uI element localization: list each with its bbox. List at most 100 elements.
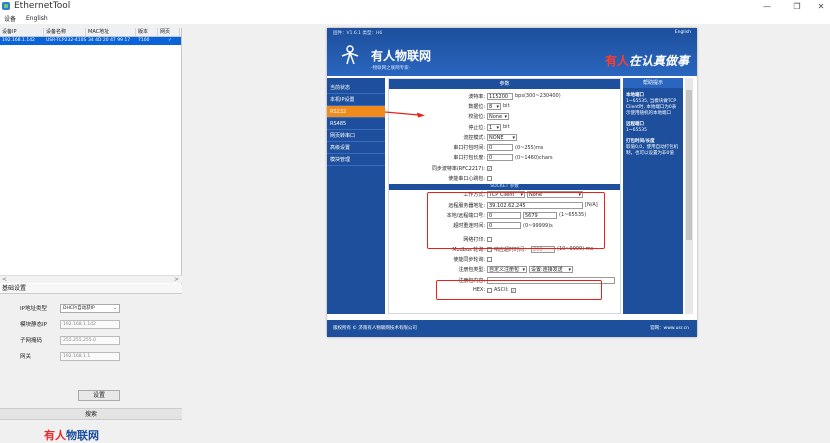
menu-english[interactable]: English [26,15,48,22]
nav-status[interactable]: 当前状态 [327,82,385,94]
chevron-down-icon: ⌄ [113,305,117,311]
ip-type-value: DHCP/自动获IP [63,305,95,311]
search-button[interactable]: 搜索 [0,408,182,420]
table-row[interactable]: 192.168.1.142 USR-TCP232-410S 34 4D 20 4… [0,37,181,45]
register-send-value: 设置:连接发送 [531,267,563,274]
chevron-down-icon: ▾ [568,267,571,274]
help-header: 帮助提示 [623,78,683,88]
param-checkbox[interactable]: ✓ [487,165,492,171]
horizontal-scrollbar[interactable]: < > [0,275,182,283]
cell-name: USR-TCP232-410S [46,38,86,43]
static-ip-input[interactable]: 192.168.1.142 [60,319,120,329]
chevron-down-icon: ▾ [522,267,525,274]
minimize-button[interactable]: — [752,0,782,12]
nav-rs232[interactable]: RS232 [327,106,385,118]
cell-ip: 192.168.1.142 [2,38,35,43]
param-row: 波特率: 115200 bps(300~230400) [389,91,620,101]
param-label: 流控模式: [463,134,485,141]
cell-version: 7100 [138,38,150,43]
param-hint: bit [503,124,510,131]
params-header: 参数 [389,79,620,89]
field-gateway: 网关 192.168.1.1 [0,348,182,364]
nav-ip-settings[interactable]: 本机IP设置 [327,94,385,106]
page-scrollbar[interactable] [685,78,693,314]
col-version[interactable]: 版本 [136,28,158,36]
logo-blue-text: 物联网 [66,429,99,442]
brand-subtitle: -物联网之联网专家- [371,66,411,71]
scroll-right-icon[interactable]: > [174,276,179,283]
cell-mac: 34 4D 20 47 99 17 [88,38,131,43]
help-text: 1~65535, 当模块做TCP Client时, 本地端口为0表示使用随机的本… [626,99,677,116]
language-switch[interactable]: English [675,30,691,35]
register-send-select[interactable]: 设置:连接发送 ▾ [529,266,573,274]
param-input[interactable]: 0 [487,154,513,162]
copyright: 版权所有 © 济南有人物联网技术有限公司 [333,326,417,331]
param-hint: (0~255)ms [515,144,544,151]
firmware-version: 固件：V1.6.1 类型：H6 [333,31,383,36]
help-item: 打包时间/长度 取值0,0，使用自动打包机制，也可以设置为非0值 [623,134,683,157]
param-row: 停止位: 1 ▾ bit [389,122,620,132]
param-select[interactable]: 1 ▾ [487,123,501,131]
slogan: 有人在认真做事 [605,52,689,69]
param-register-type: 注册包类型: 自定义注册包 ▾ 设置:连接发送 ▾ [389,265,620,275]
slogan-red: 有人 [604,54,629,68]
logo-red-text: 有人 [44,429,66,442]
param-row: 流控模式: NONE ▾ [389,132,620,142]
register-type-value: 自定义注册包 [489,267,520,274]
col-mac[interactable]: MAC地址 [86,28,136,36]
param-input[interactable]: 115200 [487,92,513,100]
nav-web-serial[interactable]: 网页转串口 [327,130,385,142]
subnet-input[interactable]: 255.255.255.0 [60,335,120,345]
param-label: 注册包类型: [458,267,485,274]
chevron-down-icon: ▾ [496,124,499,131]
param-label: 同步波特率(RFC2217): [431,165,485,172]
col-web[interactable]: 网页 [158,28,180,36]
param-label: 波特率: [468,93,485,100]
usr-logo-icon [341,45,359,65]
device-footer: 版权所有 © 济南有人物联网技术有限公司 官网：www.usr.cn [327,320,697,337]
param-input[interactable]: 0 [487,144,513,152]
ip-type-select[interactable]: DHCP/自动获IP ⌄ [60,303,120,313]
window-title: EthernetTool [14,1,71,11]
param-checkbox[interactable] [487,176,492,182]
nav-module-mgmt[interactable]: 模块管理 [327,154,385,166]
scroll-left-icon[interactable]: < [2,276,7,283]
param-select-value: 1 [489,124,493,131]
help-item: 本地端口 1~65535, 当模块做TCP Client时, 本地端口为0表示使用… [623,88,683,117]
help-text: 取值0,0，使用自动打包机制，也可以设置为非0值 [626,145,679,156]
col-ip[interactable]: 设备IP [0,28,44,36]
col-name[interactable]: 设备名称 [44,28,86,36]
field-static-ip: 模块静态IP 192.168.1.142 [0,316,182,332]
basic-settings-header: 基础设置 [0,284,182,294]
chevron-down-icon: ▾ [504,114,507,121]
param-select[interactable]: None ▾ [487,113,509,121]
annotation-register-box [436,280,602,300]
param-select-value: NONE [489,134,504,141]
nav-advanced[interactable]: 高级设置 [327,142,385,154]
cell-web[interactable]: ✓ [158,37,180,45]
param-row: 串口打包时间: 0 (0~255)ms [389,142,620,152]
menu-device[interactable]: 设备 [4,14,16,23]
help-panel: 帮助提示 本地端口 1~65535, 当模块做TCP Client时, 本地端口为… [623,78,683,314]
basic-settings-panel: 基础设置 IP地址类型 DHCP/自动获IP ⌄ 模块静态IP 192.168.1… [0,284,182,442]
brand-title: 有人物联网 [371,49,432,63]
param-select[interactable]: NONE ▾ [487,133,517,141]
param-label: 数据位: [468,103,485,110]
register-type-select[interactable]: 自定义注册包 ▾ [487,266,527,274]
slogan-white: 在认真做事 [628,54,689,68]
set-button[interactable]: 设置 [78,390,120,401]
field-label: 模块静态IP [20,322,47,328]
sync-poll-checkbox[interactable] [487,257,492,263]
param-label: 串口打包长度: [453,155,485,162]
website-link[interactable]: 官网：www.usr.cn [650,320,689,337]
nav-rs485[interactable]: RS485 [327,118,385,130]
gateway-input[interactable]: 192.168.1.1 [60,351,120,361]
device-nav: 当前状态 本机IP设置 RS232 RS485 网页转串口 高级设置 模块管理 [327,78,385,314]
scrollbar-thumb[interactable] [686,90,692,240]
close-button[interactable]: ✕ [806,0,830,12]
app-icon [2,2,10,10]
params-list: 波特率: 115200 bps(300~230400) 数据位: 8 ▾ bit 校验位: No… [389,91,620,184]
param-sync-poll: 使能同步轮询: [389,254,620,264]
param-select[interactable]: 8 ▾ [487,102,501,110]
param-select-value: 8 [489,103,493,110]
